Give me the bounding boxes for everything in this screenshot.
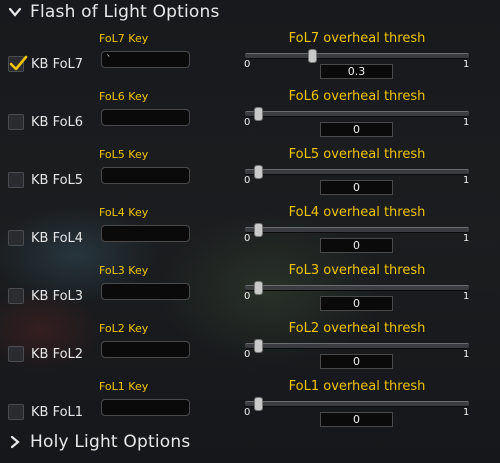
key-label: FoL2 Key [99, 322, 149, 335]
fol5-key-input[interactable] [101, 167, 190, 184]
fol7-value-input[interactable]: 0.3 [320, 64, 393, 79]
slider-thumb[interactable] [254, 165, 264, 179]
checkbox-label: KB FoL3 [31, 288, 84, 304]
slider-max-label: 1 [463, 175, 470, 186]
slider-min-label: 0 [244, 291, 251, 302]
fol2-row: KB FoL2 FoL2 Key FoL2 overheal thresh 0 … [0, 320, 500, 378]
fol3-key-input[interactable] [101, 283, 190, 300]
fol4-row: KB FoL4 FoL4 Key FoL4 overheal thresh 0 … [0, 204, 500, 262]
slider-min-label: 0 [244, 59, 251, 70]
fol1-overheal-slider[interactable] [245, 397, 469, 411]
slider-label: FoL7 overheal thresh [288, 31, 426, 46]
kb-fol5-checkbox[interactable] [8, 172, 24, 188]
fol3-row: KB FoL3 FoL3 Key FoL3 overheal thresh 0 … [0, 262, 500, 320]
slider-thumb[interactable] [254, 339, 264, 353]
slider-label: FoL3 overheal thresh [288, 263, 426, 278]
fol7-row: KB FoL7 FoL7 Key ` FoL7 overheal thresh … [0, 30, 500, 88]
slider-min-label: 0 [244, 407, 251, 418]
fol7-overheal-slider[interactable] [245, 49, 469, 63]
holy-light-section-header[interactable]: Holy Light Options [8, 432, 190, 452]
fol6-key-input[interactable] [101, 109, 190, 126]
checkbox-label: KB FoL6 [31, 114, 84, 130]
slider-min-label: 0 [244, 117, 251, 128]
fol3-overheal-slider[interactable] [245, 281, 469, 295]
slider-thumb[interactable] [254, 223, 264, 237]
slider-max-label: 1 [463, 59, 470, 70]
key-label: FoL7 Key [99, 32, 149, 45]
checkmark-icon [9, 55, 28, 71]
fol2-key-input[interactable] [101, 341, 190, 358]
slider-max-label: 1 [463, 349, 470, 360]
fol4-key-input[interactable] [101, 225, 190, 242]
slider-min-label: 0 [244, 349, 251, 360]
section-title: Flash of Light Options [30, 2, 220, 22]
fol6-row: KB FoL6 FoL6 Key FoL6 overheal thresh 0 … [0, 88, 500, 146]
slider-label: FoL4 overheal thresh [288, 205, 426, 220]
fol1-key-input[interactable] [101, 399, 190, 416]
key-label: FoL6 Key [99, 90, 149, 103]
fol4-overheal-slider[interactable] [245, 223, 469, 237]
slider-thumb[interactable] [254, 281, 264, 295]
fol3-value-input[interactable]: 0 [320, 296, 393, 311]
chevron-down-icon[interactable] [8, 5, 22, 19]
key-label: FoL3 Key [99, 264, 149, 277]
checkbox-label: KB FoL4 [31, 230, 84, 246]
checkbox-label: KB FoL2 [31, 346, 84, 362]
key-label: FoL5 Key [99, 148, 149, 161]
fol7-key-input[interactable]: ` [101, 51, 190, 68]
slider-max-label: 1 [463, 407, 470, 418]
slider-thumb[interactable] [254, 397, 264, 411]
slider-thumb[interactable] [254, 107, 264, 121]
slider-min-label: 0 [244, 233, 251, 244]
kb-fol2-checkbox[interactable] [8, 346, 24, 362]
checkbox-label: KB FoL1 [31, 404, 84, 420]
flash-of-light-section-header[interactable]: Flash of Light Options [8, 2, 220, 22]
kb-fol6-checkbox[interactable] [8, 114, 24, 130]
fol6-overheal-slider[interactable] [245, 107, 469, 121]
section-title: Holy Light Options [30, 432, 191, 452]
kb-fol4-checkbox[interactable] [8, 230, 24, 246]
slider-label: FoL2 overheal thresh [288, 321, 426, 336]
fol6-value-input[interactable]: 0 [320, 122, 393, 137]
kb-fol1-checkbox[interactable] [8, 404, 24, 420]
slider-label: FoL5 overheal thresh [288, 147, 426, 162]
kb-fol3-checkbox[interactable] [8, 288, 24, 304]
fol1-value-input[interactable]: 0 [320, 412, 393, 427]
fol4-value-input[interactable]: 0 [320, 238, 393, 253]
slider-label: FoL6 overheal thresh [288, 89, 426, 104]
fol2-overheal-slider[interactable] [245, 339, 469, 353]
slider-min-label: 0 [244, 175, 251, 186]
fol5-row: KB FoL5 FoL5 Key FoL5 overheal thresh 0 … [0, 146, 500, 204]
slider-label: FoL1 overheal thresh [288, 379, 426, 394]
key-label: FoL4 Key [99, 206, 149, 219]
checkbox-label: KB FoL7 [31, 56, 84, 72]
slider-max-label: 1 [463, 233, 470, 244]
fol5-value-input[interactable]: 0 [320, 180, 393, 195]
slider-thumb[interactable] [308, 49, 318, 63]
slider-max-label: 1 [463, 117, 470, 128]
chevron-right-icon[interactable] [8, 435, 22, 449]
fol2-value-input[interactable]: 0 [320, 354, 393, 369]
kb-fol7-checkbox[interactable] [8, 55, 28, 72]
fol5-overheal-slider[interactable] [245, 165, 469, 179]
slider-max-label: 1 [463, 291, 470, 302]
key-label: FoL1 Key [99, 380, 149, 393]
fol1-row: KB FoL1 FoL1 Key FoL1 overheal thresh 0 … [0, 378, 500, 436]
checkbox-label: KB FoL5 [31, 172, 84, 188]
